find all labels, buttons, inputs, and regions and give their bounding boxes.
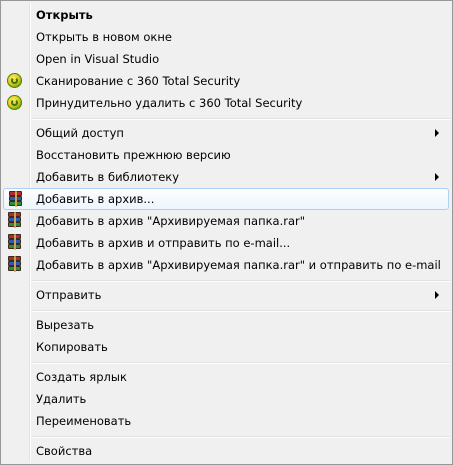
- winrar-archive-icon: [7, 191, 24, 208]
- menu-item-label: Копировать: [36, 340, 108, 354]
- menu-item-label: Принудительно удалить с 360 Total Securi…: [36, 96, 303, 110]
- winrar-archive-icon: [6, 234, 23, 251]
- menu-item-label: Добавить в архив...: [36, 192, 155, 206]
- menu-item-cut[interactable]: Вырезать: [3, 314, 449, 336]
- menu-separator: [31, 118, 450, 120]
- menu-item-scan-360[interactable]: Сканирование с 360 Total Security: [3, 70, 449, 92]
- menu-item-label: Общий доступ: [36, 126, 124, 140]
- menu-item-label: Открыть: [36, 8, 93, 22]
- menu-item-label: Открыть в новом окне: [36, 30, 172, 44]
- 360-total-security-icon: [7, 73, 22, 88]
- menu-separator: [31, 436, 450, 438]
- submenu-arrow-icon: [435, 291, 439, 299]
- context-menu: Открыть Открыть в новом окне Open in Vis…: [0, 0, 453, 465]
- menu-item-label: Вырезать: [36, 318, 94, 332]
- menu-separator: [31, 362, 450, 364]
- menu-item-copy[interactable]: Копировать: [3, 336, 449, 358]
- submenu-arrow-icon: [435, 173, 439, 181]
- winrar-archive-icon: [6, 212, 23, 229]
- menu-item-label: Open in Visual Studio: [36, 52, 160, 66]
- menu-item-label: Отправить: [36, 288, 102, 302]
- menu-item-label: Свойства: [36, 444, 93, 458]
- menu-item-label: Создать ярлык: [36, 370, 127, 384]
- menu-item-label: Добавить в архив и отправить по e-mail..…: [36, 236, 291, 250]
- menu-item-open-new-window[interactable]: Открыть в новом окне: [3, 26, 449, 48]
- menu-item-add-to-archive[interactable]: Добавить в архив...: [3, 188, 449, 210]
- menu-item-label: Добавить в архив "Архивируемая папка.rar…: [36, 214, 306, 228]
- menu-item-open[interactable]: Открыть: [3, 4, 449, 26]
- submenu-arrow-icon: [435, 129, 439, 137]
- menu-item-label: Добавить в архив "Архивируемая папка.rar…: [36, 258, 441, 272]
- menu-item-label: Удалить: [36, 392, 87, 406]
- menu-item-send-to[interactable]: Отправить: [3, 284, 449, 306]
- menu-item-add-to-archive-and-email[interactable]: Добавить в архив и отправить по e-mail..…: [3, 232, 449, 254]
- menu-separator: [31, 280, 450, 282]
- 360-total-security-icon: [7, 95, 22, 110]
- winrar-archive-icon: [6, 256, 23, 273]
- menu-item-rename[interactable]: Переименовать: [3, 410, 449, 432]
- menu-item-label: Переименовать: [36, 414, 132, 428]
- menu-item-properties[interactable]: Свойства: [3, 440, 449, 462]
- menu-item-create-shortcut[interactable]: Создать ярлык: [3, 366, 449, 388]
- menu-item-delete[interactable]: Удалить: [3, 388, 449, 410]
- menu-item-add-to-named-archive-and-email[interactable]: Добавить в архив "Архивируемая папка.rar…: [3, 254, 449, 276]
- menu-item-open-visual-studio[interactable]: Open in Visual Studio: [3, 48, 449, 70]
- menu-item-label: Добавить в библиотеку: [36, 170, 180, 184]
- menu-item-label: Сканирование с 360 Total Security: [36, 74, 241, 88]
- menu-separator: [31, 310, 450, 312]
- menu-item-restore-previous-version[interactable]: Восстановить прежнюю версию: [3, 144, 449, 166]
- menu-item-force-delete-360[interactable]: Принудительно удалить с 360 Total Securi…: [3, 92, 449, 114]
- menu-item-add-to-library[interactable]: Добавить в библиотеку: [3, 166, 449, 188]
- menu-item-add-to-named-archive[interactable]: Добавить в архив "Архивируемая папка.rar…: [3, 210, 449, 232]
- menu-item-share[interactable]: Общий доступ: [3, 122, 449, 144]
- menu-item-label: Восстановить прежнюю версию: [36, 148, 231, 162]
